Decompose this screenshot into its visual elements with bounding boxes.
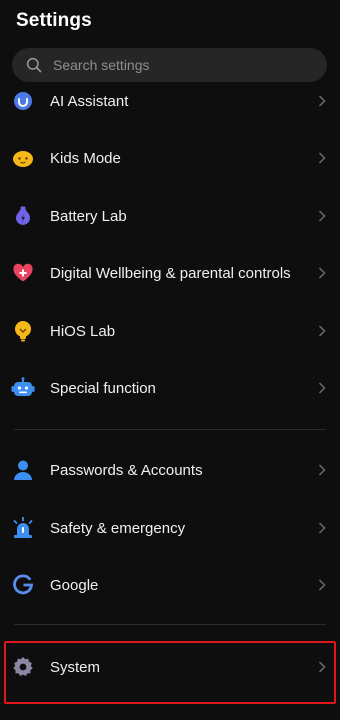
setting-ai-assistant[interactable]: AI Assistant <box>0 86 340 125</box>
settings-list: AI Assistant Kids Mode Battery Lab Digit… <box>0 86 340 720</box>
search-icon <box>26 57 42 73</box>
page-title: Settings <box>16 10 92 31</box>
setting-label: AI Assistant <box>50 92 129 110</box>
divider <box>14 624 326 625</box>
ai-assistant-icon <box>11 89 35 113</box>
setting-label: Kids Mode <box>50 149 121 167</box>
google-icon <box>11 573 35 597</box>
setting-label: HiOS Lab <box>50 322 116 340</box>
setting-safety-emergency[interactable]: Safety & emergency <box>0 504 340 552</box>
setting-system[interactable]: System <box>0 643 340 691</box>
setting-hios-lab[interactable]: HiOS Lab <box>0 307 340 355</box>
setting-label: Google <box>50 576 99 594</box>
chevron-right-icon <box>317 463 327 477</box>
setting-special-function[interactable]: Special function <box>0 364 340 412</box>
kids-mode-icon <box>11 146 35 170</box>
chevron-right-icon <box>317 151 327 165</box>
setting-digital-wellbeing[interactable]: Digital Wellbeing & parental controls <box>0 249 340 297</box>
setting-label: Special function <box>50 379 156 397</box>
siren-icon <box>11 516 35 540</box>
setting-passwords-accounts[interactable]: Passwords & Accounts <box>0 446 340 494</box>
person-icon <box>11 458 35 482</box>
search-input[interactable] <box>53 57 303 73</box>
setting-label: Safety & emergency <box>50 519 186 537</box>
setting-kids-mode[interactable]: Kids Mode <box>0 134 340 182</box>
robot-icon <box>11 376 35 400</box>
chevron-right-icon <box>317 209 327 223</box>
setting-label: System <box>50 658 101 676</box>
header: Settings <box>0 0 340 44</box>
setting-google[interactable]: Google <box>0 561 340 609</box>
gear-icon <box>11 655 35 679</box>
chevron-right-icon <box>317 578 327 592</box>
setting-label: Passwords & Accounts <box>50 461 203 479</box>
search-bar[interactable] <box>12 48 327 82</box>
chevron-right-icon <box>317 660 327 674</box>
battery-lab-icon <box>11 204 35 228</box>
chevron-right-icon <box>317 381 327 395</box>
setting-battery-lab[interactable]: Battery Lab <box>0 192 340 240</box>
heart-icon <box>11 261 35 285</box>
setting-label: Battery Lab <box>50 207 127 225</box>
lightbulb-icon <box>11 319 35 343</box>
divider <box>14 429 326 430</box>
chevron-right-icon <box>317 94 327 108</box>
chevron-right-icon <box>317 521 327 535</box>
chevron-right-icon <box>317 266 327 280</box>
chevron-right-icon <box>317 324 327 338</box>
setting-label: Digital Wellbeing & parental controls <box>50 264 291 282</box>
